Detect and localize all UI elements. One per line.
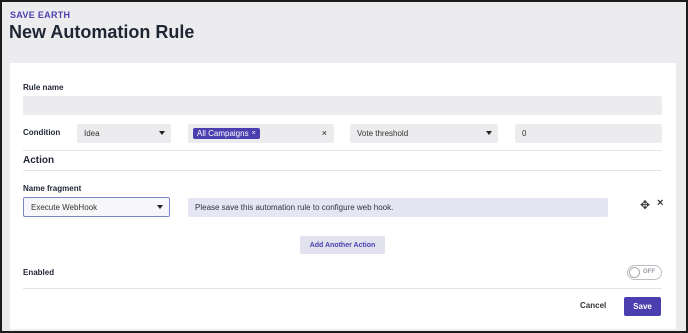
condition-label: Condition bbox=[23, 128, 61, 137]
chip-remove-icon[interactable]: × bbox=[252, 130, 256, 137]
toggle-state-label: OFF bbox=[643, 269, 655, 275]
toggle-knob bbox=[629, 267, 640, 278]
name-fragment-value: Execute WebHook bbox=[31, 202, 98, 212]
org-name: SAVE EARTH bbox=[10, 10, 71, 20]
divider bbox=[23, 288, 662, 289]
enabled-label: Enabled bbox=[23, 268, 55, 277]
rule-name-label: Rule name bbox=[23, 83, 64, 92]
campaign-chip: All Campaigns × bbox=[193, 128, 260, 139]
action-section-title: Action bbox=[23, 155, 55, 166]
name-fragment-select[interactable]: Execute WebHook bbox=[23, 197, 170, 217]
add-another-action-button[interactable]: Add Another Action bbox=[300, 236, 385, 254]
threshold-type-select[interactable]: Vote threshold bbox=[350, 124, 498, 143]
condition-type-value: Idea bbox=[84, 129, 100, 138]
divider bbox=[23, 150, 662, 151]
condition-type-select[interactable]: Idea bbox=[77, 124, 171, 143]
divider bbox=[23, 170, 662, 171]
enabled-toggle[interactable]: OFF bbox=[627, 265, 662, 280]
page-title: New Automation Rule bbox=[9, 22, 195, 42]
chevron-down-icon bbox=[486, 131, 492, 135]
threshold-value-input[interactable]: 0 bbox=[515, 124, 662, 143]
cancel-button[interactable]: Cancel bbox=[580, 301, 606, 310]
name-fragment-label: Name fragment bbox=[23, 184, 82, 193]
rule-name-input[interactable] bbox=[23, 96, 662, 115]
webhook-info-box: Please save this automation rule to conf… bbox=[188, 198, 608, 217]
campaign-chip-label: All Campaigns bbox=[197, 129, 249, 138]
chevron-down-icon bbox=[157, 205, 163, 209]
threshold-type-value: Vote threshold bbox=[357, 129, 409, 138]
clear-icon[interactable]: × bbox=[322, 128, 327, 138]
rule-form-card: Rule name Condition Idea All Campaigns ×… bbox=[10, 63, 676, 329]
close-icon[interactable]: × bbox=[657, 197, 663, 209]
campaign-multiselect[interactable]: All Campaigns × × bbox=[188, 124, 334, 143]
chevron-down-icon bbox=[159, 131, 165, 135]
move-icon[interactable]: ✥ bbox=[640, 198, 650, 212]
save-button[interactable]: Save bbox=[624, 297, 661, 316]
